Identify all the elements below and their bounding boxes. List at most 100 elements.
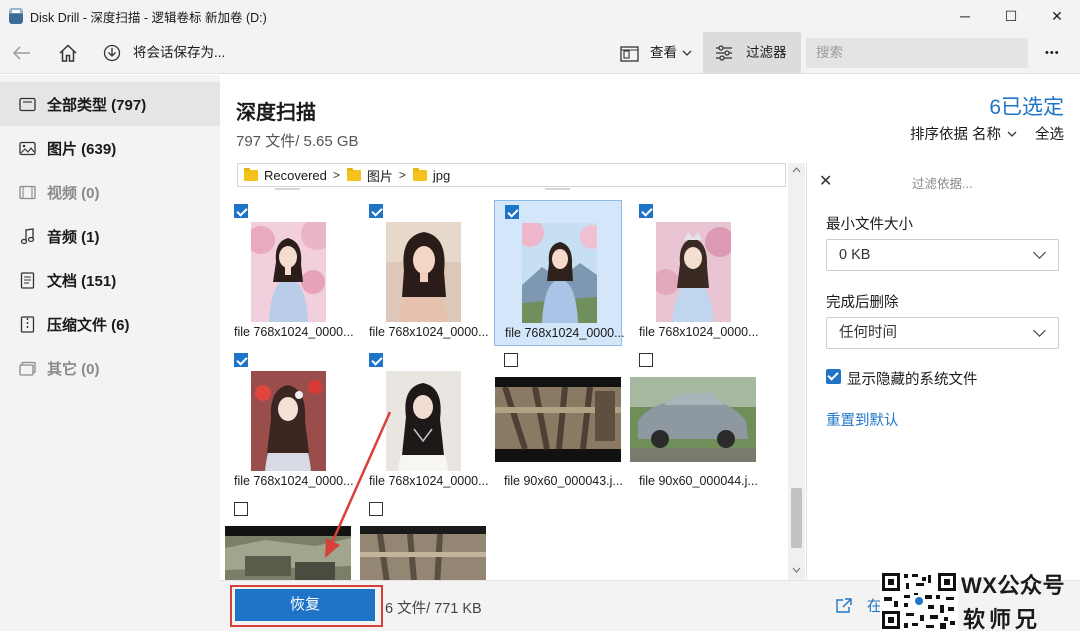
sidebar-item-archives[interactable]: 压缩文件 (6): [0, 302, 220, 346]
file-name: file 768x1024_0000...: [505, 326, 625, 340]
file-checkbox[interactable]: [505, 205, 519, 219]
sidebar-item-label: 图片 (639): [47, 140, 117, 158]
file-tile[interactable]: [359, 498, 487, 580]
scroll-down-icon[interactable]: [792, 567, 801, 573]
file-tile[interactable]: file 768x1024_0000...: [629, 200, 759, 346]
reset-defaults-link[interactable]: 重置到默认: [826, 409, 899, 430]
sidebar-item-label: 音频 (1): [47, 228, 100, 246]
selection-summary: 6 文件/ 771 KB: [385, 601, 482, 617]
thumbnail-image: [630, 377, 756, 462]
file-tile[interactable]: file 90x60_000043.j...: [494, 349, 623, 495]
sidebar-item-label: 文档 (151): [47, 272, 117, 290]
save-session-button[interactable]: 将会话保存为...: [133, 32, 225, 74]
file-checkbox[interactable]: [369, 353, 383, 367]
file-checkbox[interactable]: [234, 502, 248, 516]
archive-icon: [18, 315, 36, 333]
all-types-icon: [18, 95, 36, 113]
thumbnail-image: [386, 371, 461, 471]
recover-button[interactable]: 恢复: [235, 589, 375, 621]
minimize-button[interactable]: ─: [942, 0, 988, 32]
file-tile[interactable]: file 768x1024_0000...: [224, 349, 354, 495]
sidebar-item-label: 其它 (0): [47, 360, 100, 378]
open-in-explorer-button[interactable]: 在: [835, 595, 882, 616]
sidebar-item-other[interactable]: 其它 (0): [0, 346, 220, 390]
file-name: file 768x1024_0000...: [369, 474, 489, 488]
sidebar-item-audio[interactable]: 音频 (1): [0, 214, 220, 258]
watermark-text: WX公众号: [961, 573, 1065, 598]
audio-icon: [18, 227, 36, 245]
scroll-up-icon[interactable]: [792, 167, 801, 173]
thumbnail-image: [656, 222, 731, 322]
sidebar-item-video[interactable]: 视频 (0): [0, 170, 220, 214]
page-title: 深度扫描: [236, 102, 316, 124]
deleted-time-dropdown[interactable]: 任何时间: [826, 317, 1059, 349]
thumbnail-image: [360, 526, 486, 580]
sidebar-item-all-types[interactable]: 全部类型 (797): [0, 82, 220, 126]
folder-icon: [346, 167, 361, 181]
file-checkbox[interactable]: [369, 204, 383, 218]
file-tile[interactable]: file 768x1024_0000...: [359, 349, 489, 495]
breadcrumb-item[interactable]: jpg: [433, 168, 450, 183]
scrolled-tile-edge: [545, 188, 570, 190]
file-checkbox[interactable]: [369, 502, 383, 516]
min-size-label: 最小文件大小: [826, 217, 913, 233]
search-input[interactable]: 搜索: [806, 38, 1028, 68]
min-size-value: 0 KB: [839, 247, 871, 263]
file-grid: file 768x1024_0000... file 768x1024_0000…: [220, 188, 788, 580]
home-icon[interactable]: [56, 32, 80, 74]
sort-by-label: 排序依据: [910, 127, 968, 143]
thumbnail-image: [386, 222, 461, 322]
select-all-button[interactable]: 全选: [1035, 123, 1064, 144]
show-hidden-checkbox[interactable]: [826, 369, 841, 384]
chevron-down-icon: [1007, 131, 1017, 137]
sidebar-item-pictures[interactable]: 图片 (639): [0, 126, 220, 170]
deleted-time-value: 任何时间: [839, 325, 897, 341]
picture-icon: [18, 139, 36, 157]
breadcrumb-item[interactable]: Recovered: [264, 168, 327, 183]
sidebar-item-label: 视频 (0): [47, 184, 100, 202]
close-icon[interactable]: ✕: [819, 171, 832, 191]
toolbar: 将会话保存为... 查看 过滤器 搜索 •••: [0, 32, 1080, 74]
view-button[interactable]: 查看: [650, 32, 677, 74]
file-grid-scrollbar[interactable]: [788, 163, 805, 580]
file-name: file 90x60_000043.j...: [504, 474, 623, 488]
file-checkbox[interactable]: [639, 353, 653, 367]
sort-field-dropdown[interactable]: 名称: [972, 123, 1001, 144]
sidebar-item-documents[interactable]: 文档 (151): [0, 258, 220, 302]
file-checkbox[interactable]: [234, 204, 248, 218]
filter-panel-header: 过滤依据...: [912, 177, 973, 191]
file-checkbox[interactable]: [504, 353, 518, 367]
chevron-down-icon: [681, 32, 693, 74]
file-name: file 90x60_000044.j...: [639, 474, 758, 488]
file-tile[interactable]: [224, 498, 352, 580]
breadcrumb-item[interactable]: 图片: [367, 166, 393, 185]
other-icon: [18, 359, 36, 377]
min-size-dropdown[interactable]: 0 KB: [826, 239, 1059, 271]
chevron-right-icon: >: [332, 168, 340, 182]
disk-drill-logo-icon: [9, 8, 23, 24]
chevron-right-icon: >: [398, 168, 406, 182]
file-tile[interactable]: file 768x1024_0000...: [494, 200, 625, 346]
filter-panel: ✕ 过滤依据... 最小文件大小 0 KB 完成后删除 任何时间 显示隐藏的系统…: [806, 163, 1080, 580]
file-name: file 768x1024_0000...: [369, 325, 489, 339]
breadcrumb: Recovered > 图片 > jpg: [237, 163, 786, 187]
external-open-icon: [836, 597, 852, 613]
watermark-text: 软师兄: [963, 607, 1042, 631]
filter-button-label: 过滤器: [746, 45, 787, 60]
selected-count: 6已选定: [989, 96, 1064, 119]
maximize-button[interactable]: ☐: [988, 0, 1034, 32]
download-save-icon[interactable]: [101, 32, 123, 74]
sidebar-item-label: 全部类型 (797): [47, 96, 147, 114]
file-checkbox[interactable]: [234, 353, 248, 367]
scroll-thumb[interactable]: [791, 488, 802, 548]
window-controls: ─ ☐ ✕: [942, 0, 1080, 32]
file-checkbox[interactable]: [639, 204, 653, 218]
file-tile[interactable]: file 768x1024_0000...: [224, 200, 354, 346]
back-arrow-icon[interactable]: [10, 32, 34, 74]
file-tile[interactable]: file 768x1024_0000...: [359, 200, 489, 346]
show-hidden-label: 显示隐藏的系统文件: [847, 372, 978, 388]
close-button[interactable]: ✕: [1034, 0, 1080, 32]
file-tile[interactable]: file 90x60_000044.j...: [629, 349, 758, 495]
chevron-down-icon: [1033, 246, 1046, 259]
more-options-button[interactable]: •••: [1045, 32, 1060, 74]
